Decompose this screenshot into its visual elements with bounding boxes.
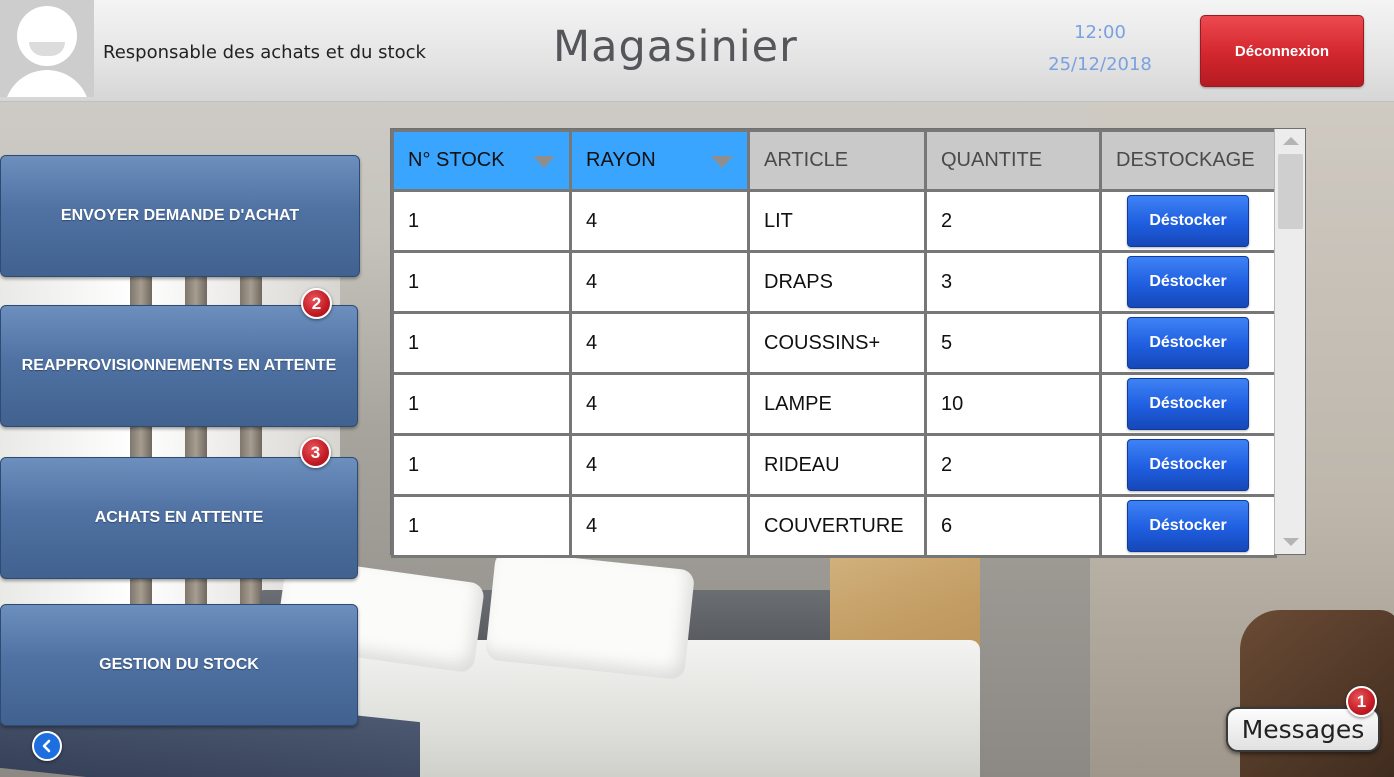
clock-date: 25/12/2018 <box>1048 54 1152 75</box>
column-header-stock[interactable]: N° STOCK <box>391 129 572 192</box>
cell-article: LIT <box>747 189 927 253</box>
messages-badge: 1 <box>1346 686 1377 717</box>
cell-article: DRAPS <box>747 250 927 314</box>
cell-article: RIDEAU <box>747 433 927 497</box>
column-header-quantite: QUANTITE <box>924 129 1102 192</box>
cell-quantite: 3 <box>924 250 1102 314</box>
stock-table: N° STOCK RAYON ARTICLE QUANTITE DESTOCKA… <box>391 129 1277 558</box>
destock-button[interactable]: Déstocker <box>1127 317 1249 369</box>
cell-destockage: Déstocker <box>1099 311 1277 375</box>
column-header-label: N° STOCK <box>408 149 505 171</box>
cell-stock: 1 <box>391 311 572 375</box>
cell-quantite: 5 <box>924 311 1102 375</box>
table-row: 1 4 DRAPS 3 Déstocker <box>391 250 1277 314</box>
destock-button[interactable]: Déstocker <box>1127 500 1249 552</box>
cell-destockage: Déstocker <box>1099 189 1277 253</box>
cell-destockage: Déstocker <box>1099 494 1277 558</box>
destock-button[interactable]: Déstocker <box>1127 439 1249 491</box>
scroll-down-icon[interactable] <box>1283 538 1299 546</box>
cell-quantite: 2 <box>924 189 1102 253</box>
sort-down-icon[interactable] <box>533 156 555 168</box>
cell-destockage: Déstocker <box>1099 250 1277 314</box>
cell-rayon: 4 <box>569 189 750 253</box>
background-pillow <box>484 549 696 681</box>
table-row: 1 4 COUVERTURE 6 Déstocker <box>391 494 1277 558</box>
destock-button[interactable]: Déstocker <box>1127 378 1249 430</box>
logout-button[interactable]: Déconnexion <box>1200 15 1364 87</box>
clock-time: 12:00 <box>1074 22 1126 43</box>
cell-quantite: 6 <box>924 494 1102 558</box>
column-header-rayon[interactable]: RAYON <box>569 129 750 192</box>
back-button[interactable] <box>32 731 62 761</box>
menu-item-label: GESTION DU STOCK <box>99 656 259 673</box>
cell-rayon: 4 <box>569 372 750 436</box>
cell-rayon: 4 <box>569 250 750 314</box>
column-header-destockage: DESTOCKAGE <box>1099 129 1277 192</box>
clock: 12:00 25/12/2018 <box>1040 17 1160 81</box>
cell-stock: 1 <box>391 372 572 436</box>
table-row: 1 4 LAMPE 10 Déstocker <box>391 372 1277 436</box>
header-bar: Responsable des achats et du stock Magas… <box>0 0 1394 102</box>
cell-article: LAMPE <box>747 372 927 436</box>
table-row: 1 4 LIT 2 Déstocker <box>391 189 1277 253</box>
user-avatar-icon <box>0 0 94 97</box>
user-role: Responsable des achats et du stock <box>103 42 426 63</box>
table-header-row: N° STOCK RAYON ARTICLE QUANTITE DESTOCKA… <box>391 129 1277 192</box>
column-header-label: RAYON <box>586 149 656 171</box>
stock-table-container: N° STOCK RAYON ARTICLE QUANTITE DESTOCKA… <box>390 128 1306 558</box>
table-row: 1 4 COUSSINS+ 5 Déstocker <box>391 311 1277 375</box>
menu-send-purchase-request-button[interactable]: ENVOYER DEMANDE D'ACHAT <box>0 155 360 277</box>
cell-quantite: 10 <box>924 372 1102 436</box>
pending-restocks-badge: 2 <box>301 288 332 319</box>
menu-stock-management-button[interactable]: GESTION DU STOCK <box>0 604 358 726</box>
cell-destockage: Déstocker <box>1099 372 1277 436</box>
messages-label: Messages <box>1241 715 1365 744</box>
cell-stock: 1 <box>391 433 572 497</box>
pending-purchases-badge: 3 <box>300 437 331 468</box>
chevron-left-icon <box>42 739 51 753</box>
cell-rayon: 4 <box>569 311 750 375</box>
menu-item-label: ENVOYER DEMANDE D'ACHAT <box>60 207 300 224</box>
cell-stock: 1 <box>391 189 572 253</box>
scroll-up-icon[interactable] <box>1283 137 1299 145</box>
cell-stock: 1 <box>391 494 572 558</box>
menu-item-label: REAPPROVISIONNEMENTS EN ATTENTE <box>21 357 337 374</box>
menu-item-label: ACHATS EN ATTENTE <box>94 509 264 526</box>
sort-down-icon[interactable] <box>711 156 733 168</box>
cell-article: COUSSINS+ <box>747 311 927 375</box>
column-header-article: ARTICLE <box>747 129 927 192</box>
cell-rayon: 4 <box>569 433 750 497</box>
scroll-thumb[interactable] <box>1278 154 1303 229</box>
table-row: 1 4 RIDEAU 2 Déstocker <box>391 433 1277 497</box>
table-scrollbar[interactable] <box>1274 129 1305 554</box>
cell-destockage: Déstocker <box>1099 433 1277 497</box>
cell-stock: 1 <box>391 250 572 314</box>
cell-quantite: 2 <box>924 433 1102 497</box>
destock-button[interactable]: Déstocker <box>1127 195 1249 247</box>
menu-pending-purchases-button[interactable]: ACHATS EN ATTENTE <box>0 457 358 579</box>
cell-article: COUVERTURE <box>747 494 927 558</box>
cell-rayon: 4 <box>569 494 750 558</box>
destock-button[interactable]: Déstocker <box>1127 256 1249 308</box>
menu-pending-restocks-button[interactable]: REAPPROVISIONNEMENTS EN ATTENTE <box>0 305 358 427</box>
page-title: Magasinier <box>553 22 798 72</box>
